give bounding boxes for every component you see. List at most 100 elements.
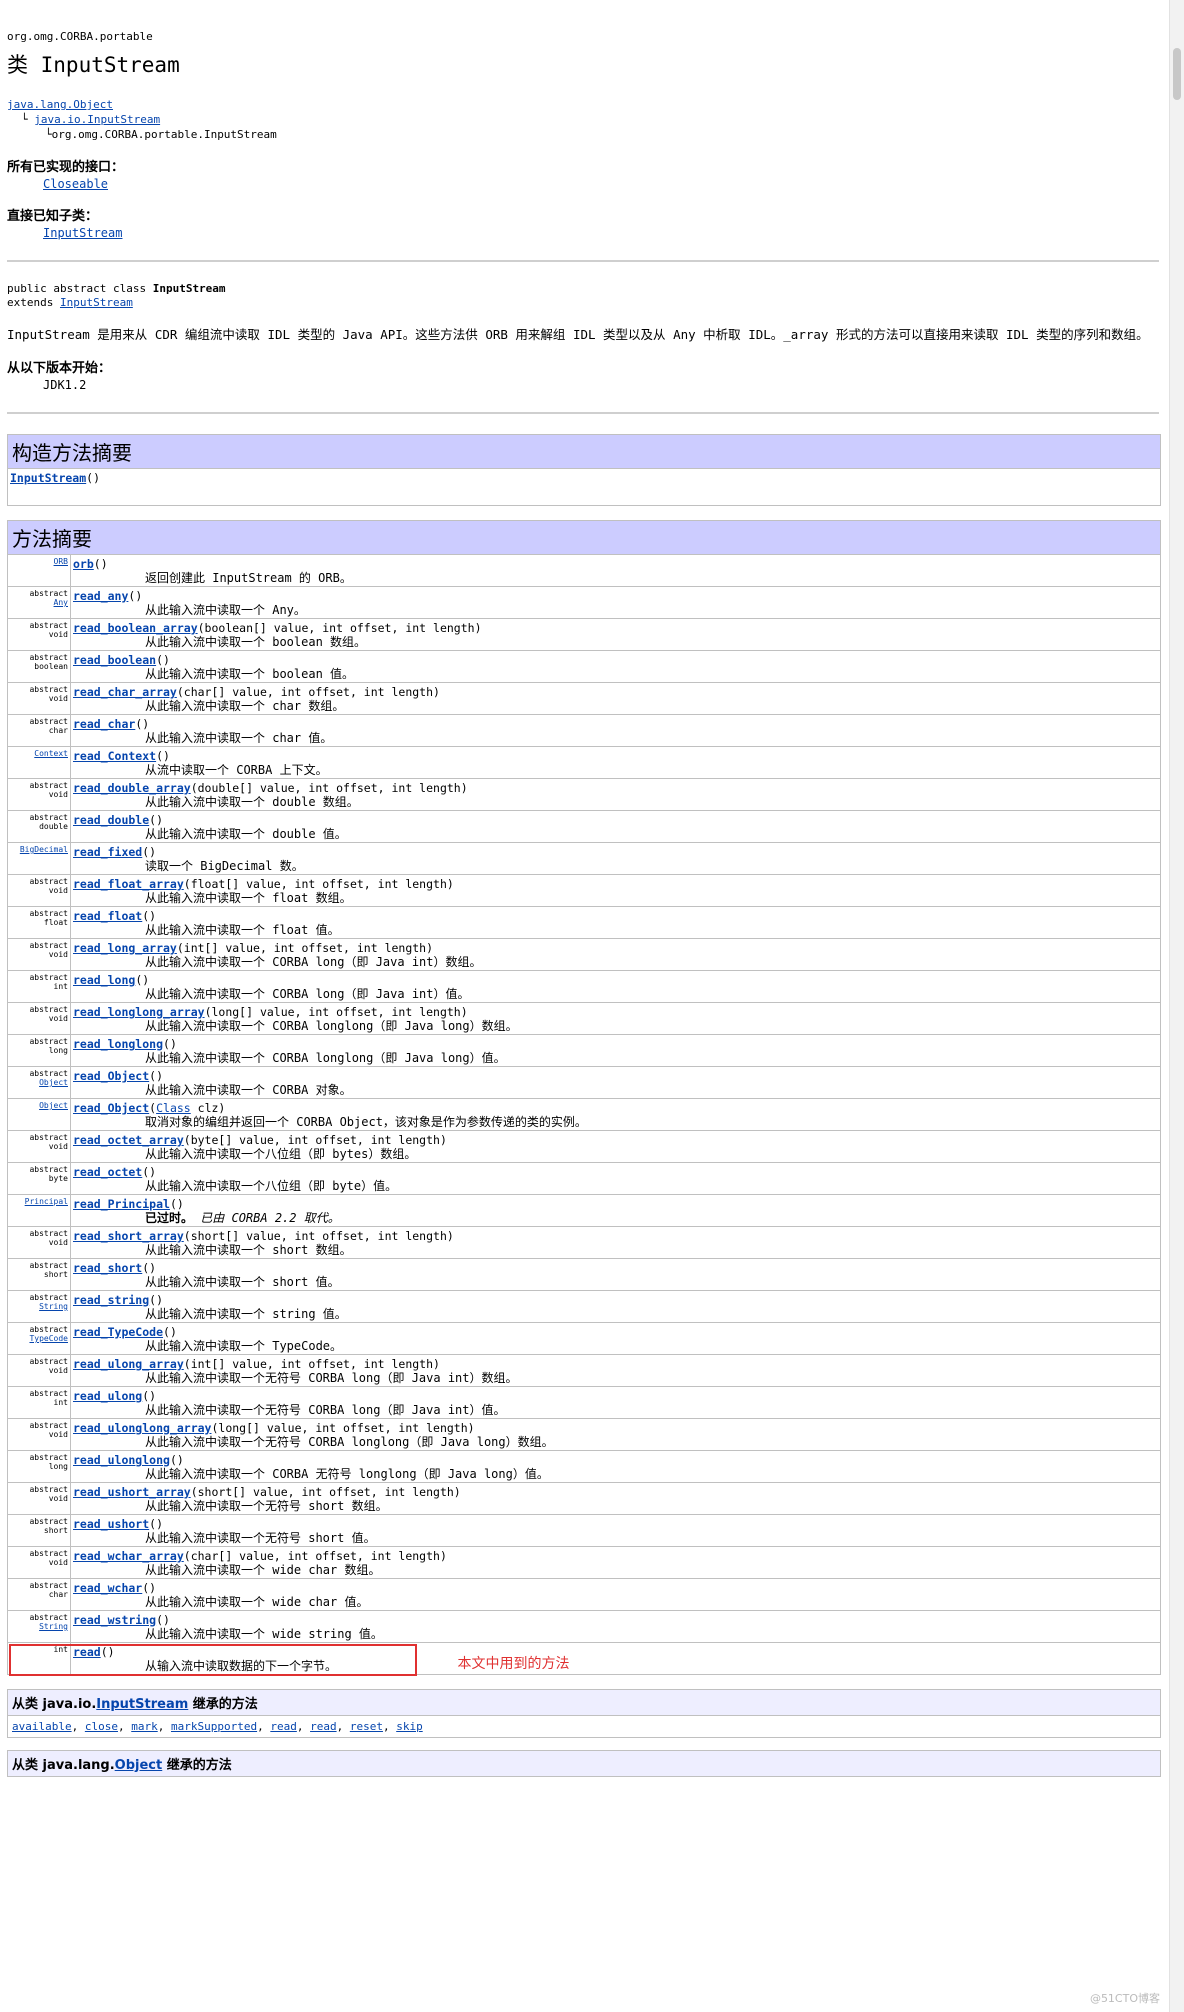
method-name-link[interactable]: orb	[73, 557, 94, 571]
inherited-method-link[interactable]: available	[12, 1720, 72, 1733]
method-name-link[interactable]: read_Object	[73, 1101, 149, 1115]
inherited-lang-header: 从类 java.lang.Object 继承的方法	[7, 1750, 1161, 1777]
vertical-scrollbar[interactable]	[1169, 0, 1184, 2012]
method-name-link[interactable]: read_long	[73, 973, 135, 987]
method-type[interactable]: Any	[54, 598, 68, 607]
method-name-link[interactable]: read_short	[73, 1261, 142, 1275]
method-name-link[interactable]: read_double	[73, 813, 149, 827]
method-signature: read_wchar_array(char[] value, int offse…	[70, 1546, 1161, 1579]
method-description-text: 从此输入流中读取一个 CORBA longlong（即 Java long）值。	[145, 1051, 506, 1065]
method-description-text: 从此输入流中读取一个 Any。	[145, 603, 306, 617]
method-name-link[interactable]: read_longlong_array	[73, 1005, 205, 1019]
inherited-io-class-link[interactable]: InputStream	[96, 1697, 188, 1712]
inherited-method-link[interactable]: read	[310, 1720, 337, 1733]
method-name-link[interactable]: read_ushort	[73, 1517, 149, 1531]
method-return-type: Object	[7, 1098, 71, 1131]
method-name-link[interactable]: read_Object	[73, 1069, 149, 1083]
method-name-link[interactable]: read_Context	[73, 749, 156, 763]
method-type: byte	[48, 1174, 68, 1183]
method-name-link[interactable]: read_string	[73, 1293, 149, 1307]
method-modifier: abstract	[29, 973, 68, 982]
method-description: 从此输入流中读取一个 CORBA long（即 Java int）值。	[73, 987, 1158, 1002]
method-row: abstract int read_ulong() 从此输入流中读取一个无符号 COR…	[7, 1386, 1161, 1419]
method-description-text: 从此输入流中读取一个 char 值。	[145, 731, 333, 745]
method-signature: read_long_array(int[] value, int offset,…	[70, 938, 1161, 971]
method-type[interactable]: TypeCode	[29, 1334, 68, 1343]
tree-link-inputstream[interactable]: java.io.InputStream	[34, 113, 160, 126]
method-type[interactable]: ORB	[54, 557, 68, 566]
param-type-link[interactable]: Class	[156, 1101, 191, 1115]
method-name-link[interactable]: read_TypeCode	[73, 1325, 163, 1339]
constructor-link[interactable]: InputStream	[10, 471, 86, 485]
method-description: 从此输入流中读取一个 wide char 数组。	[73, 1563, 1158, 1578]
method-return-type: abstract int	[7, 1386, 71, 1419]
method-name-link[interactable]: read_octet_array	[73, 1133, 184, 1147]
interface-link-closeable[interactable]: Closeable	[43, 177, 108, 191]
method-type[interactable]: BigDecimal	[20, 845, 68, 854]
method-name-link[interactable]: read_fixed	[73, 845, 142, 859]
method-name-link[interactable]: read_long_array	[73, 941, 177, 955]
method-name-link[interactable]: read_octet	[73, 1165, 142, 1179]
method-name-link[interactable]: read_any	[73, 589, 128, 603]
method-signature: read_char_array(char[] value, int offset…	[70, 682, 1161, 715]
method-type[interactable]: Principal	[25, 1197, 68, 1206]
method-name-link[interactable]: read_ulonglong_array	[73, 1421, 211, 1435]
method-modifier: abstract	[29, 1229, 68, 1238]
subclass-link-inputstream[interactable]: InputStream	[43, 226, 122, 240]
inherited-method-link[interactable]: close	[85, 1720, 118, 1733]
method-name-link[interactable]: read_boolean	[73, 653, 156, 667]
method-description: 从此输入流中读取一个 Any。	[73, 603, 1158, 618]
method-name-link[interactable]: read_wstring	[73, 1613, 156, 1627]
method-params: (double[] value, int offset, int length)	[190, 781, 468, 795]
method-type[interactable]: Context	[34, 749, 68, 758]
method-description: 从此输入流中读取一个 char 数组。	[73, 699, 1158, 714]
method-name-link[interactable]: read_short_array	[73, 1229, 184, 1243]
method-type[interactable]: Object	[39, 1078, 68, 1087]
scrollbar-thumb[interactable]	[1173, 48, 1181, 100]
inherited-method-link[interactable]: markSupported	[171, 1720, 257, 1733]
method-row: abstract Object read_Object() 从此输入流中读取一个 CO…	[7, 1066, 1161, 1099]
method-name-link[interactable]: read_ulong	[73, 1389, 142, 1403]
method-row: abstract void read_float_array(float[] val…	[7, 874, 1161, 907]
method-type: void	[48, 950, 68, 959]
method-return-type: abstract void	[7, 1226, 71, 1259]
method-description-text: 从此输入流中读取一个 short 值。	[145, 1275, 340, 1289]
inherited-lang-class-link[interactable]: Object	[115, 1758, 163, 1773]
method-params: ()	[142, 1261, 157, 1275]
method-return-type: abstract TypeCode	[7, 1322, 71, 1355]
method-name-link[interactable]: read_ushort_array	[73, 1485, 191, 1499]
method-name-link[interactable]: read_wchar	[73, 1581, 142, 1595]
method-type[interactable]: String	[39, 1302, 68, 1311]
method-return-type: abstract int	[7, 970, 71, 1003]
method-return-type: Context	[7, 746, 71, 779]
method-name-link[interactable]: read_wchar_array	[73, 1549, 184, 1563]
method-type[interactable]: Object	[39, 1101, 68, 1110]
method-type[interactable]: String	[39, 1622, 68, 1631]
inherited-method-link[interactable]: read	[270, 1720, 297, 1733]
tree-link-object[interactable]: java.lang.Object	[7, 98, 113, 111]
method-params: (long[] value, int offset, int length)	[204, 1005, 468, 1019]
method-name-link[interactable]: read_char_array	[73, 685, 177, 699]
method-name-link[interactable]: read_ulong_array	[73, 1357, 184, 1371]
inherited-method-link[interactable]: skip	[396, 1720, 423, 1733]
inherited-method-link[interactable]: reset	[350, 1720, 383, 1733]
method-name-link[interactable]: read_boolean_array	[73, 621, 198, 635]
method-name-link[interactable]: read_double_array	[73, 781, 191, 795]
method-signature: read_boolean() 从此输入流中读取一个 boolean 值。	[70, 650, 1161, 683]
method-name-link[interactable]: read_longlong	[73, 1037, 163, 1051]
declaration-superclass-link[interactable]: InputStream	[60, 296, 133, 309]
method-type: short	[43, 1526, 68, 1535]
method-name-link[interactable]: read_char	[73, 717, 135, 731]
method-description-text: 从此输入流中读取一个 CORBA longlong（即 Java long）数组…	[145, 1019, 518, 1033]
watermark: @51CTO博客	[1089, 1992, 1160, 2005]
method-name-link[interactable]: read_float	[73, 909, 142, 923]
inherited-method-link[interactable]: mark	[131, 1720, 158, 1733]
method-name-link[interactable]: read_Principal	[73, 1197, 170, 1211]
method-name-link[interactable]: read_ulonglong	[73, 1453, 170, 1467]
method-params: ()	[163, 1037, 177, 1051]
method-name-link[interactable]: read_float_array	[73, 877, 184, 891]
method-description-text: 从此输入流中读取一个 float 值。	[145, 923, 340, 937]
interfaces-label: 所有已实现的接口：	[7, 160, 125, 175]
method-description-text: 从此输入流中读取一个 short 数组。	[145, 1243, 352, 1257]
method-row: abstract String read_wstring() 从此输入流中读取一个 w…	[7, 1610, 1161, 1643]
